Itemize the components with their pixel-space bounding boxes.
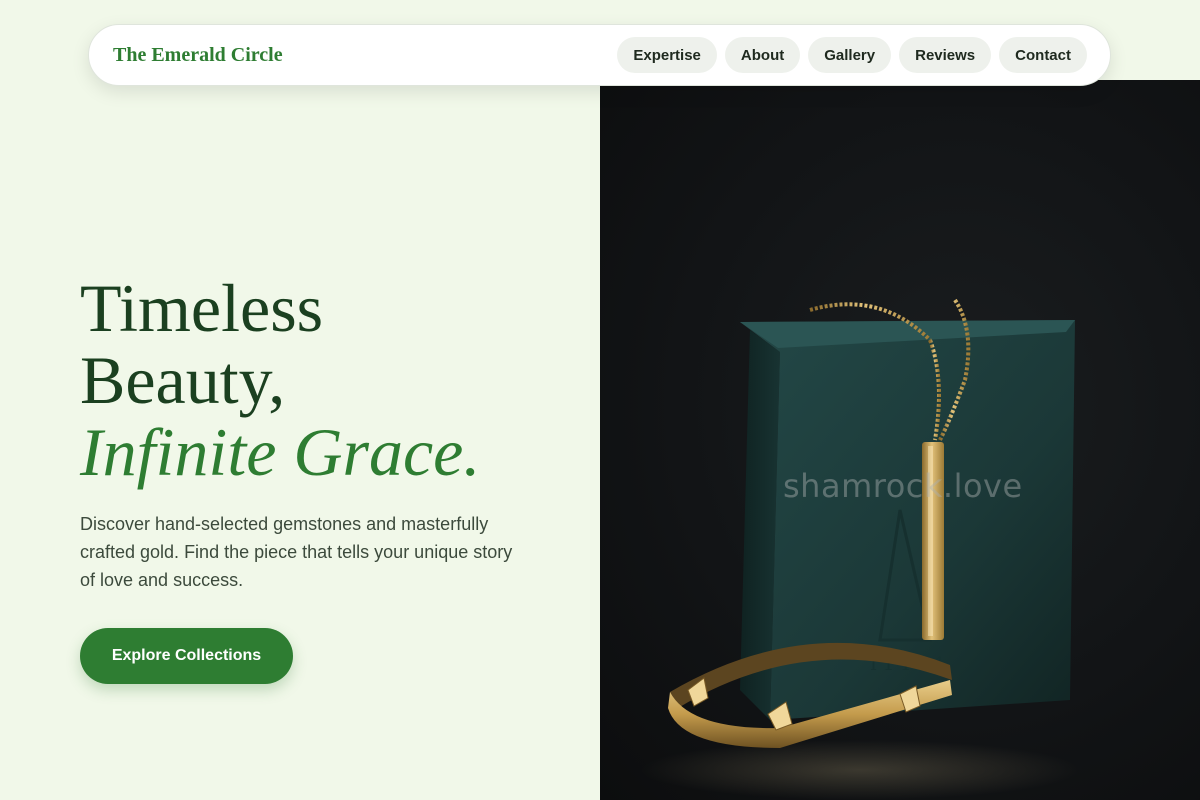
hero-photo: I 1 1 1 1 shamrock.love (600, 80, 1200, 800)
nav-links: Expertise About Gallery Reviews Contact (617, 37, 1087, 73)
hero-description: Discover hand-selected gemstones and mas… (80, 514, 513, 590)
hero-headline: Timeless Beauty, Infinite Grace. (80, 272, 550, 488)
nav-link-contact[interactable]: Contact (999, 37, 1087, 73)
photo-watermark: shamrock.love (783, 467, 1023, 505)
nav-link-reviews[interactable]: Reviews (899, 37, 992, 73)
top-navbar: The Emerald Circle Expertise About Galle… (88, 24, 1111, 86)
headline-accent: Infinite Grace. (80, 414, 481, 490)
brand-logo[interactable]: The Emerald Circle (113, 44, 283, 67)
explore-collections-button[interactable]: Explore Collections (80, 628, 293, 684)
hero-section: Timeless Beauty, Infinite Grace. Discove… (80, 272, 550, 684)
jewelry-photo-image: I 1 1 1 1 (640, 298, 1080, 800)
nav-link-expertise[interactable]: Expertise (617, 37, 717, 73)
headline-line-1: Timeless (80, 270, 324, 346)
nav-link-gallery[interactable]: Gallery (808, 37, 892, 73)
headline-line-2: Beauty, (80, 342, 286, 418)
nav-link-about[interactable]: About (724, 37, 801, 73)
